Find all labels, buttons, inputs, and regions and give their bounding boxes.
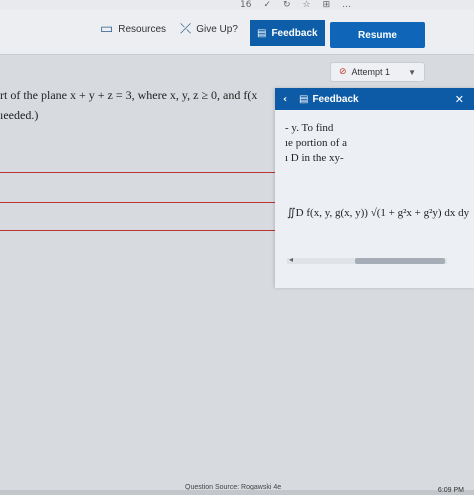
attempt-dropdown[interactable]: ⊘ Attempt 1 ▼ [330,62,425,82]
taskbar [0,490,474,495]
browser-icons: 16 ✓ ↻ ☆ ⊞ … [240,0,351,10]
feedback-panel-header: ‹ ▤ Feedback ✕ [275,88,474,110]
give-up-button[interactable]: ⤫ Give Up? [180,14,238,44]
chevron-down-icon: ▼ [408,67,416,77]
answer-line[interactable] [0,208,280,231]
toolbar: ▭ Resources ⤫ Give Up? ▤ Feedback Resume [0,10,474,55]
scroll-left-icon[interactable]: ◂ [289,255,293,264]
feedback-panel-body: - y. To find ıe portion of a ı D in the … [285,122,470,167]
feedback-panel: ‹ ▤ Feedback ✕ - y. To find ıe portion o… [275,88,474,288]
feedback-panel-icon: ▤ [299,93,309,105]
feedback-icon: ▤ [257,27,267,39]
answer-line[interactable] [0,180,280,203]
attempt-label: Attempt 1 [351,67,391,77]
star-icon[interactable]: ☆ [303,0,311,10]
give-up-icon: ⤫ [180,21,192,37]
question-line-2: ıeeded.) [0,108,39,122]
back-icon[interactable]: ‹ [283,94,295,105]
more-icon[interactable]: … [342,0,351,10]
clock: 6:09 PM [437,487,464,494]
feedback-formula: ∬D f(x, y, g(x, y)) √(1 + g²x + g²y) dx … [287,207,470,219]
grid-icon[interactable]: ⊞ [323,0,331,10]
refresh-icon[interactable]: ↻ [283,0,291,10]
feedback-button[interactable]: ▤ Feedback [250,20,325,46]
resources-label: Resources [118,23,167,35]
resume-button[interactable]: Resume [330,22,425,48]
answer-line[interactable] [0,150,280,173]
feedback-line: ıe portion of a [285,137,348,149]
give-up-label: Give Up? [196,23,238,35]
attempt-status-icon: ⊘ [339,67,347,77]
close-icon[interactable]: ✕ [455,93,464,106]
resources-button[interactable]: ▭ Resources [100,14,166,44]
feedback-line: - y. To find [285,122,334,134]
feedback-line: ı D in the xy- [285,152,344,164]
question-line-1: rt of the plane x + y + z = 3, where x, … [0,88,258,102]
browser-strip: 16 ✓ ↻ ☆ ⊞ … [0,0,474,10]
check-icon[interactable]: ✓ [263,0,271,10]
folder-icon: ▭ [100,21,114,37]
feedback-panel-title: Feedback [312,93,359,105]
horizontal-scrollbar[interactable]: ◂ [287,255,447,264]
scrollbar-thumb[interactable] [355,258,445,264]
feedback-label: Feedback [271,27,318,39]
tab-count-icon[interactable]: 16 [240,0,251,10]
